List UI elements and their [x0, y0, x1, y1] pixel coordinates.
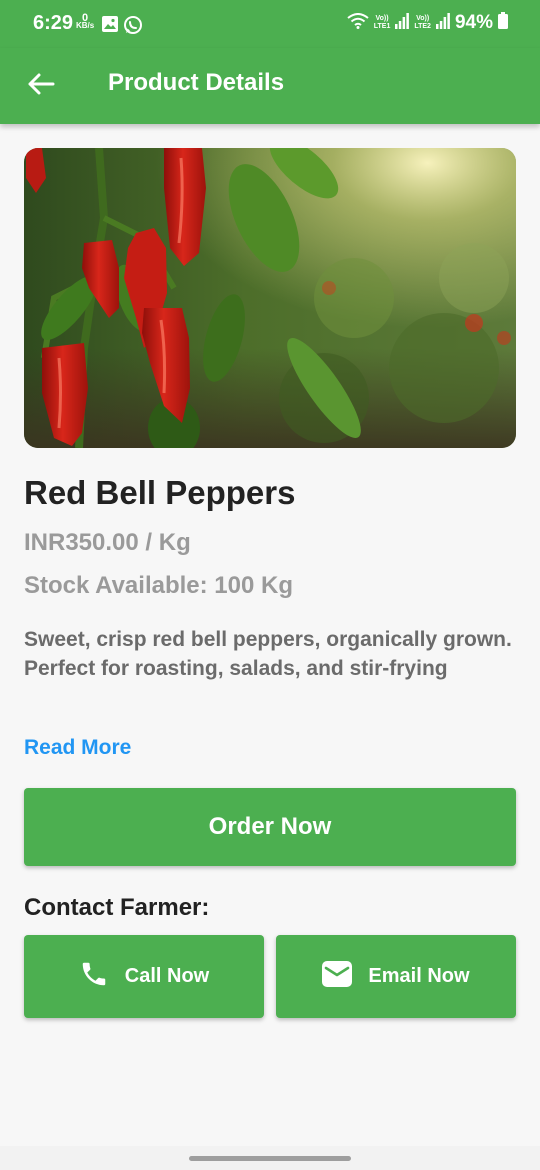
battery-icon	[498, 12, 508, 34]
call-now-button[interactable]: Call Now	[24, 935, 264, 1018]
status-right: Vo)) LTE1 Vo)) LTE2 94%	[347, 12, 508, 34]
product-price: INR350.00 / Kg	[24, 529, 191, 556]
order-now-label: Order Now	[208, 813, 332, 840]
arrow-left-icon	[28, 73, 55, 95]
page-title: Product Details	[108, 69, 285, 96]
sim1-volte: Vo)) LTE1	[374, 15, 391, 31]
sim2-label: LTE2	[414, 23, 431, 30]
order-now-button[interactable]: Order Now	[24, 788, 516, 866]
signal-icon-sim2	[435, 12, 450, 34]
call-now-label: Call Now	[124, 965, 210, 987]
volte-label-2: Vo))	[416, 15, 430, 22]
email-now-button[interactable]: Email Now	[276, 935, 516, 1018]
gallery-icon	[101, 15, 119, 38]
app-bar: Product Details	[0, 48, 540, 124]
contact-heading: Contact Farmer:	[24, 894, 210, 921]
wifi-icon	[347, 12, 369, 34]
status-bar: 6:29 0 KB/s Vo)) LTE1 Vo)) LTE2 94%	[0, 0, 540, 48]
product-image	[24, 148, 516, 448]
back-button[interactable]	[26, 68, 58, 100]
email-now-label: Email Now	[368, 965, 470, 987]
product-description: Sweet, crisp red bell peppers, organical…	[24, 628, 512, 680]
network-speed: 0 KB/s	[76, 13, 95, 30]
product-name: Red Bell Peppers	[24, 474, 296, 511]
whatsapp-icon	[123, 15, 143, 40]
navigation-bar	[0, 1146, 540, 1170]
network-speed-unit: KB/s	[76, 21, 95, 30]
email-icon	[322, 960, 353, 993]
product-stock: Stock Available: 100 Kg	[24, 572, 293, 599]
home-gesture-handle[interactable]	[189, 1156, 351, 1161]
sim1-label: LTE1	[373, 23, 391, 30]
volte-label-1: Vo))	[375, 15, 389, 22]
battery-percent: 94%	[454, 12, 493, 33]
phone-icon	[79, 959, 109, 995]
sim2-volte: Vo)) LTE2	[414, 15, 431, 31]
read-more-link[interactable]: Read More	[24, 736, 131, 760]
signal-icon-sim1	[395, 12, 410, 34]
status-time: 6:29	[33, 12, 74, 34]
